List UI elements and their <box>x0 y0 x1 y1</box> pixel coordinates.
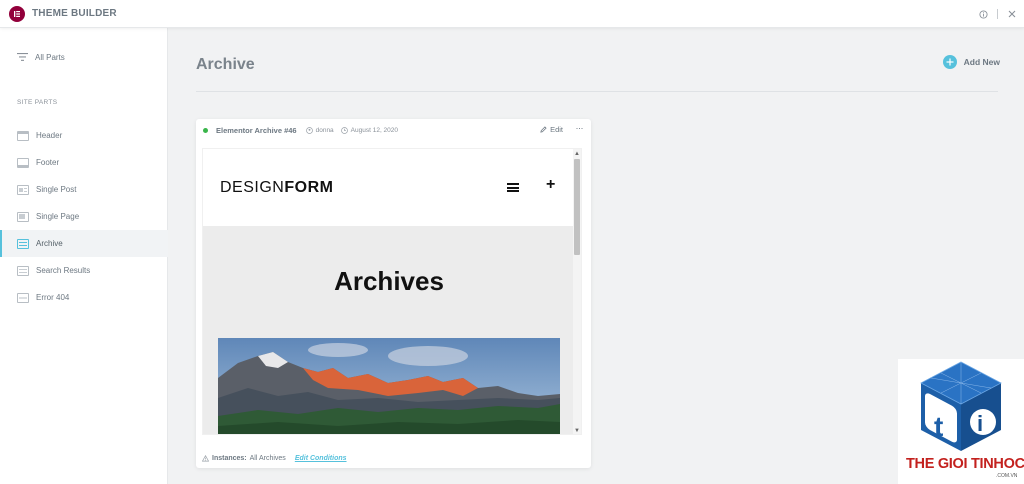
sidebar-item-search-results[interactable]: Search Results <box>0 257 168 284</box>
author-name: donna <box>315 126 334 134</box>
instances-value: All Archives <box>249 454 286 462</box>
pencil-icon <box>540 126 547 133</box>
sidebar-item-single-page[interactable]: Single Page <box>0 203 168 230</box>
template-card: Elementor Archive #46 donna August 12, 2… <box>196 119 591 468</box>
hamburger-menu-icon <box>507 183 519 192</box>
page-title: Archive <box>196 56 255 73</box>
author-meta: donna <box>305 126 334 134</box>
brand-light-text: DESIGN <box>220 179 285 196</box>
search-results-template-icon <box>17 265 29 276</box>
sidebar-item-label: Archive <box>36 239 63 248</box>
header-divider <box>196 91 998 92</box>
sidebar-item-label: Search Results <box>36 266 91 275</box>
card-footer: Instances: All Archives Edit Conditions <box>196 450 591 466</box>
site-parts-heading: SITE PARTS <box>17 99 58 106</box>
header-template-icon <box>17 130 29 141</box>
template-preview[interactable]: DESIGNFORM + Archives ▲ ▼ <box>202 148 582 435</box>
all-parts-link[interactable]: All Parts <box>17 48 65 66</box>
add-new-button[interactable]: Add New <box>942 55 1000 69</box>
warning-icon <box>202 454 209 462</box>
clock-icon <box>340 126 348 134</box>
sidebar-item-label: Footer <box>36 158 60 167</box>
sidebar-item-footer[interactable]: Footer <box>0 149 168 176</box>
toolbar-divider <box>997 9 998 19</box>
card-header: Elementor Archive #46 donna August 12, 2… <box>196 119 591 141</box>
date-meta: August 12, 2020 <box>340 126 399 134</box>
single-page-template-icon <box>17 211 29 222</box>
modified-date: August 12, 2020 <box>350 126 399 134</box>
plus-circle-icon <box>942 55 957 69</box>
elementor-logo-icon <box>9 5 25 22</box>
watermark-cube-logo-icon: t i <box>920 361 1002 451</box>
sidebar-item-single-post[interactable]: Single Post <box>0 176 168 203</box>
preview-archives-heading: Archives <box>334 266 444 296</box>
sidebar-item-label: Error 404 <box>36 293 70 302</box>
preview-plus-icon: + <box>546 176 556 193</box>
sidebar-item-archive[interactable]: Archive <box>0 230 168 257</box>
info-icon[interactable] <box>975 6 991 22</box>
sidebar-item-label: Single Page <box>36 212 80 221</box>
sidebar-item-label: Single Post <box>36 185 77 194</box>
close-icon[interactable] <box>1004 6 1020 22</box>
watermark-text: THE GIOI TINHOC <box>906 456 1024 472</box>
scroll-down-icon[interactable]: ▼ <box>574 428 580 434</box>
instances-label: Instances: <box>212 454 247 462</box>
error-404-template-icon <box>17 292 29 303</box>
user-icon <box>305 126 313 134</box>
published-status-dot <box>203 127 208 133</box>
more-options-button[interactable]: ··· <box>576 123 584 133</box>
preview-brand-logo: DESIGNFORM <box>220 179 333 197</box>
app-title: THEME BUILDER <box>32 8 117 19</box>
sidebar: All Parts SITE PARTS Header Footer Singl… <box>0 28 168 484</box>
sidebar-item-label: Header <box>36 131 63 140</box>
preview-site-header: DESIGNFORM + <box>203 149 575 226</box>
sidebar-item-error-404[interactable]: Error 404 <box>0 284 168 311</box>
single-post-template-icon <box>17 184 29 195</box>
edit-label: Edit <box>550 125 563 134</box>
footer-template-icon <box>17 157 29 168</box>
filter-icon <box>17 48 28 66</box>
top-bar: THEME BUILDER <box>0 0 1024 28</box>
add-new-label: Add New <box>963 57 1000 67</box>
scroll-up-icon[interactable]: ▲ <box>574 151 580 157</box>
svg-text:t: t <box>934 411 943 442</box>
edit-conditions-link[interactable]: Edit Conditions <box>295 455 347 462</box>
svg-text:i: i <box>977 411 983 436</box>
brand-bold-text: FORM <box>284 179 334 196</box>
all-parts-label: All Parts <box>35 52 65 62</box>
archive-template-icon <box>17 238 29 249</box>
scroll-thumb[interactable] <box>574 159 580 255</box>
watermark-domain: .COM.VN <box>996 473 1018 479</box>
edit-button[interactable]: Edit <box>540 125 563 134</box>
template-title: Elementor Archive #46 <box>216 125 297 135</box>
preview-mountain-image <box>218 338 560 434</box>
watermark: t i THE GIOI TINHOC .COM.VN <box>898 359 1024 484</box>
sidebar-item-header[interactable]: Header <box>0 122 168 149</box>
preview-scrollbar[interactable]: ▲ ▼ <box>573 149 581 434</box>
site-parts-nav: Header Footer Single Post Single Page Ar… <box>0 122 168 311</box>
